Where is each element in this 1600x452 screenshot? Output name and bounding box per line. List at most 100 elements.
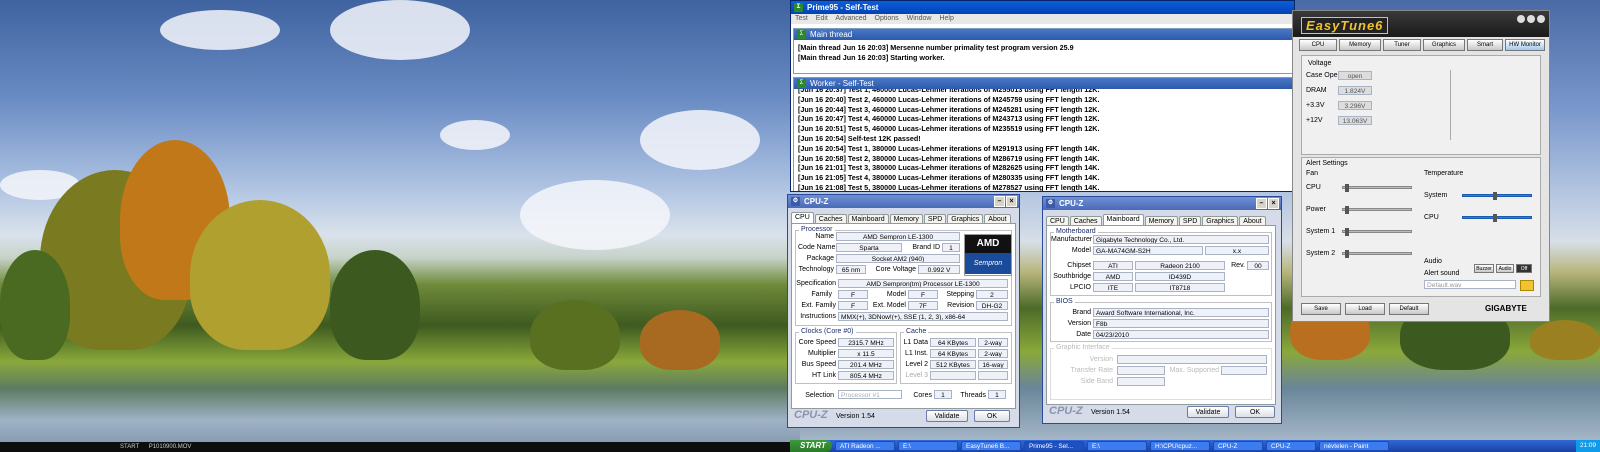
tray-clock[interactable]: 21:09 bbox=[1576, 440, 1600, 452]
fan-cpu-slider[interactable] bbox=[1342, 184, 1412, 192]
slider-knob[interactable] bbox=[1345, 250, 1349, 258]
et-load-button[interactable]: Load bbox=[1345, 303, 1385, 315]
close-button[interactable]: × bbox=[1006, 196, 1017, 207]
menu-test[interactable]: Test bbox=[795, 15, 808, 22]
et-tab-hw-monitor[interactable]: HW Monitor bbox=[1505, 39, 1545, 51]
ok-button[interactable]: OK bbox=[974, 410, 1010, 422]
extfamily-value: F bbox=[838, 301, 868, 310]
cache-group-title: Cache bbox=[904, 328, 929, 335]
menu-help[interactable]: Help bbox=[939, 15, 953, 22]
slider-knob[interactable] bbox=[1345, 184, 1349, 192]
validate-button[interactable]: Validate bbox=[926, 410, 968, 422]
busspeed-value: 201.4 MHz bbox=[838, 360, 894, 369]
menu-window[interactable]: Window bbox=[907, 15, 932, 22]
close-button[interactable]: × bbox=[1268, 198, 1279, 209]
corespeed-value: 2315.7 MHz bbox=[838, 338, 894, 347]
left-task-item[interactable]: P1010900.MOV bbox=[149, 444, 192, 450]
main-thread-window[interactable]: Σ Main thread [Main thread Jun 16 20:03]… bbox=[793, 28, 1293, 74]
task-item[interactable]: Prime95 - Sel... bbox=[1023, 441, 1084, 451]
task-item[interactable]: H:\CPU\cpuz... bbox=[1149, 441, 1210, 451]
fan-power-slider[interactable] bbox=[1342, 206, 1412, 214]
et-default-button[interactable]: Default bbox=[1389, 303, 1429, 315]
help-icon[interactable] bbox=[1517, 15, 1525, 23]
log-line: [Main thread Jun 16 20:03] Starting work… bbox=[798, 52, 945, 62]
folder-icon[interactable] bbox=[1520, 280, 1534, 291]
log-line: [Jun 16 20:47] Test 4, 460000 Lucas-Lehm… bbox=[798, 114, 1100, 124]
cpuz-cpu-titlebar[interactable]: ⚙ CPU-Z – × bbox=[788, 195, 1019, 208]
cpuz-mainboard-window[interactable]: ⚙ CPU-Z – × CPU Caches Mainboard Memory S… bbox=[1042, 196, 1282, 424]
corevoltage-value: 0.992 V bbox=[918, 265, 960, 274]
et-save-button[interactable]: Save bbox=[1301, 303, 1341, 315]
menu-options[interactable]: Options bbox=[875, 15, 899, 22]
easytune6-window[interactable]: EasyTune6 CPU Memory Tuner Graphics Smar… bbox=[1292, 10, 1550, 322]
task-item[interactable]: E:\ bbox=[1086, 441, 1147, 451]
slider-knob[interactable] bbox=[1345, 206, 1349, 214]
audio-button[interactable]: Audio bbox=[1496, 264, 1514, 273]
cpuz-tabs: CPU Caches Mainboard Memory SPD Graphics… bbox=[788, 208, 1019, 224]
brandid-label: Brand ID bbox=[912, 244, 940, 251]
worker-icon: Σ bbox=[797, 79, 806, 88]
v33-label: +3.3V bbox=[1306, 102, 1325, 109]
close-icon[interactable] bbox=[1537, 15, 1545, 23]
et-tab-memory[interactable]: Memory bbox=[1339, 39, 1381, 51]
minimize-icon[interactable] bbox=[1527, 15, 1535, 23]
et-tab-tuner[interactable]: Tuner bbox=[1383, 39, 1421, 51]
main-thread-log: [Main thread Jun 16 20:03] Mersenne numb… bbox=[794, 40, 1292, 63]
case-open-label: Case Open bbox=[1306, 72, 1342, 79]
chipset-label: Chipset bbox=[1067, 262, 1091, 269]
buzzer-button[interactable]: Buzzer bbox=[1474, 264, 1494, 273]
cpuz-cpu-window[interactable]: ⚙ CPU-Z – × CPU Caches Mainboard Memory S… bbox=[787, 194, 1020, 428]
motherboard-group-title: Motherboard bbox=[1054, 228, 1098, 235]
threads-value: 1 bbox=[988, 390, 1006, 399]
fan-system2-slider[interactable] bbox=[1342, 250, 1412, 258]
prime95-titlebar[interactable]: Σ Prime95 - Self-Test bbox=[791, 1, 1294, 14]
temp-system-slider[interactable] bbox=[1462, 192, 1532, 200]
task-item[interactable]: CPU-Z bbox=[1212, 441, 1263, 451]
minimize-button[interactable]: – bbox=[994, 196, 1005, 207]
et-tab-graphics[interactable]: Graphics bbox=[1423, 39, 1465, 51]
task-item[interactable]: CPU-Z bbox=[1265, 441, 1316, 451]
codename-value: Sparta bbox=[836, 243, 902, 252]
easytune6-header[interactable]: EasyTune6 bbox=[1293, 11, 1549, 37]
cpuz-mainboard-titlebar[interactable]: ⚙ CPU-Z – × bbox=[1043, 197, 1281, 210]
minimize-button[interactable]: – bbox=[1256, 198, 1267, 209]
temp-system-label: System bbox=[1424, 192, 1448, 199]
temp-cpu-slider[interactable] bbox=[1462, 214, 1532, 222]
fan-system1-slider[interactable] bbox=[1342, 228, 1412, 236]
ok-button[interactable]: OK bbox=[1235, 406, 1275, 418]
off-button[interactable]: Off bbox=[1516, 264, 1532, 273]
worker-titlebar[interactable]: Σ Worker - Self-Test bbox=[794, 78, 1292, 89]
prime95-title: Prime95 - Self-Test bbox=[807, 3, 879, 12]
cloud bbox=[440, 120, 510, 150]
log-line: [Jun 16 20:51] Test 5, 460000 Lucas-Lehm… bbox=[798, 124, 1100, 134]
prime95-window[interactable]: Σ Prime95 - Self-Test Test Edit Advanced… bbox=[790, 0, 1295, 192]
l1inst-way: 2-way bbox=[978, 349, 1008, 358]
menu-edit[interactable]: Edit bbox=[816, 15, 828, 22]
tree bbox=[530, 300, 620, 370]
tree bbox=[0, 250, 70, 360]
validate-button[interactable]: Validate bbox=[1187, 406, 1229, 418]
slider-knob[interactable] bbox=[1493, 214, 1497, 222]
task-item[interactable]: E:\ bbox=[897, 441, 958, 451]
task-item[interactable]: ATI Radeon ... bbox=[834, 441, 895, 451]
easytune6-window-buttons bbox=[1517, 15, 1545, 23]
prime95-menubar: Test Edit Advanced Options Window Help bbox=[791, 14, 1294, 24]
extmodel-label: Ext. Model bbox=[872, 302, 906, 309]
slider-knob[interactable] bbox=[1345, 228, 1349, 236]
alert-sound-input[interactable]: Default.wav bbox=[1424, 280, 1516, 289]
et-tab-smart[interactable]: Smart bbox=[1467, 39, 1503, 51]
menu-advanced[interactable]: Advanced bbox=[835, 15, 866, 22]
main-thread-titlebar[interactable]: Σ Main thread bbox=[794, 29, 1292, 40]
cpuz-tabs: CPU Caches Mainboard Memory SPD Graphics… bbox=[1043, 210, 1281, 226]
slider-knob[interactable] bbox=[1493, 192, 1497, 200]
task-item[interactable]: névtelen - Paint bbox=[1318, 441, 1389, 451]
chipset-model: Radeon 2100 bbox=[1135, 261, 1225, 270]
selection-dropdown[interactable]: Processor #1 bbox=[838, 390, 902, 399]
et-tab-cpu[interactable]: CPU bbox=[1299, 39, 1337, 51]
cloud bbox=[330, 0, 470, 60]
left-start-label[interactable]: START bbox=[120, 444, 139, 450]
level3-value bbox=[930, 371, 976, 380]
start-button[interactable]: START bbox=[790, 440, 832, 452]
task-item[interactable]: EasyTune6 B... bbox=[960, 441, 1021, 451]
worker-window[interactable]: Σ Worker - Self-Test [Jun 16 20:37] Test… bbox=[793, 77, 1293, 191]
